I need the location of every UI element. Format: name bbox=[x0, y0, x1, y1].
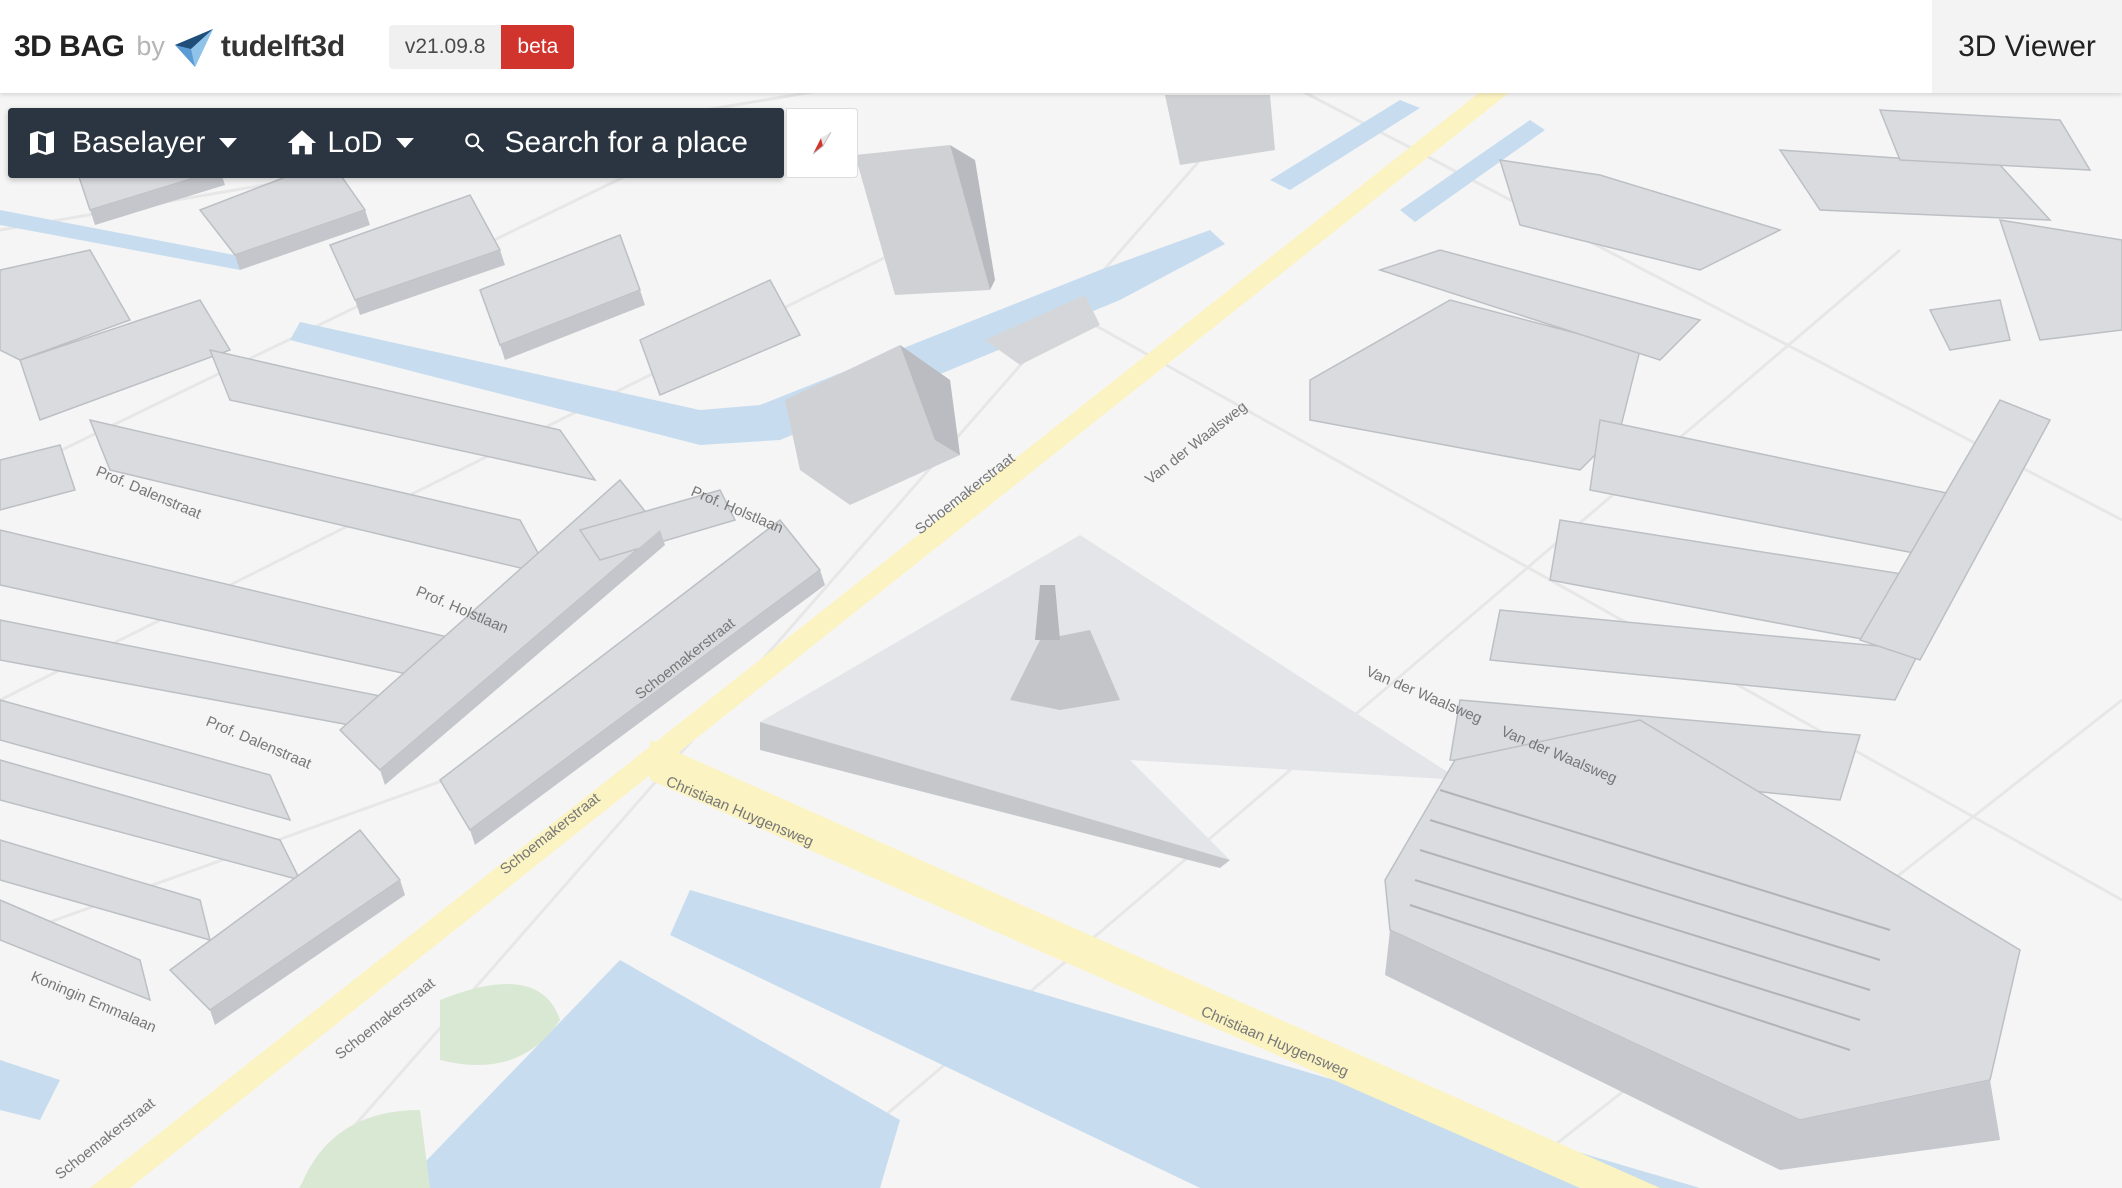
brand[interactable]: 3D BAG by tudelft3d bbox=[14, 0, 345, 93]
beta-badge: beta bbox=[501, 24, 575, 69]
brand-by: by bbox=[136, 31, 165, 61]
top-navbar: 3D BAG by tudelft3d v21.09.8 beta 3D Vie… bbox=[0, 0, 2122, 93]
search-icon bbox=[465, 133, 485, 153]
baselayer-label: Baselayer bbox=[72, 126, 206, 159]
version-badge: v21.09.8 bbox=[388, 24, 502, 69]
map-toolbar: Baselayer LoD Search for a place bbox=[8, 108, 784, 178]
map-canvas[interactable]: Christiaan Huygensweg Christiaan Huygens… bbox=[0, 0, 2122, 1188]
compass-button[interactable] bbox=[786, 108, 858, 178]
baselayer-map-icon bbox=[30, 131, 54, 155]
tudelft3d-logo bbox=[174, 28, 213, 67]
brand-org: tudelft3d bbox=[220, 29, 345, 63]
compass-icon bbox=[812, 131, 832, 155]
3d-viewer-link[interactable]: 3D Viewer bbox=[1932, 0, 2122, 93]
search-label: Search for a place bbox=[504, 126, 748, 159]
version-tags: v21.09.8 beta bbox=[388, 24, 575, 69]
lod-home-icon bbox=[288, 130, 317, 155]
search-button[interactable]: Search for a place bbox=[448, 108, 761, 178]
lod-label: LoD bbox=[327, 126, 383, 159]
baselayer-dropdown[interactable]: Baselayer bbox=[8, 108, 251, 178]
brand-name: 3D BAG bbox=[14, 29, 125, 63]
app-root: Christiaan Huygensweg Christiaan Huygens… bbox=[0, 0, 2122, 1188]
chevron-down-icon bbox=[219, 138, 238, 148]
lod-dropdown[interactable]: LoD bbox=[271, 108, 428, 178]
chevron-down-icon bbox=[396, 138, 415, 148]
